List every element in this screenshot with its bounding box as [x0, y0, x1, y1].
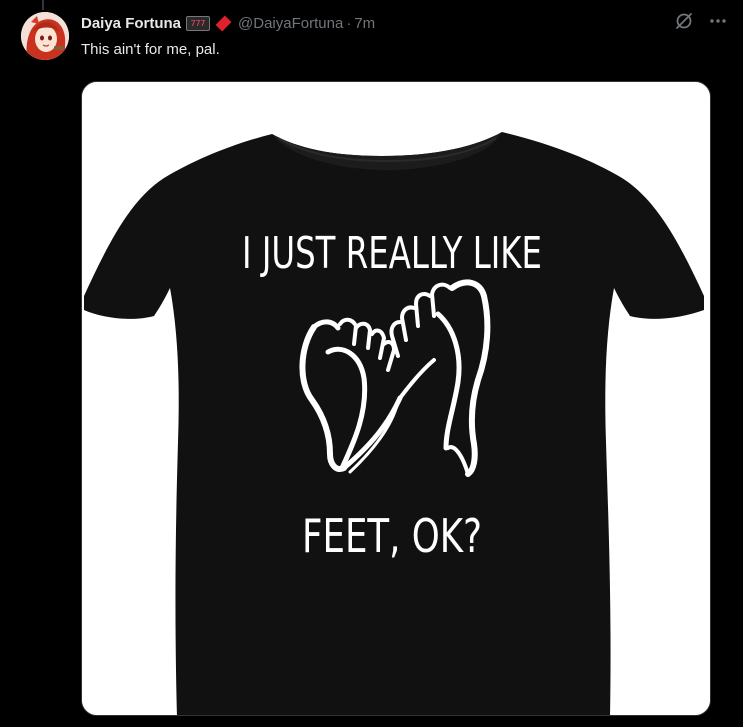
avatar-image [21, 12, 69, 60]
display-name[interactable]: Daiya Fortuna [81, 15, 181, 32]
tweet-text: This ain't for me, pal. [81, 41, 220, 58]
timestamp[interactable]: 7m [354, 15, 375, 32]
grok-icon[interactable] [673, 10, 695, 32]
tweet-header: Daiya Fortuna 777 @DaiyaFortuna · 7m [81, 12, 375, 34]
red-diamond-icon [215, 15, 232, 31]
user-handle[interactable]: @DaiyaFortuna [238, 15, 343, 32]
tweet: Daiya Fortuna 777 @DaiyaFortuna · 7m Thi… [0, 0, 743, 727]
tweet-top-actions [673, 10, 729, 32]
more-icon[interactable] [707, 10, 729, 32]
slot-machine-777-icon: 777 [186, 15, 211, 31]
tshirt-image: I JUST REALLY LIKE FEET, OK? [82, 82, 710, 715]
shirt-text-line2: FEET, OK? [302, 509, 482, 563]
tweet-media-image[interactable]: I JUST REALLY LIKE FEET, OK? [81, 81, 711, 716]
thread-connector-line [42, 0, 44, 10]
separator-dot: · [346, 14, 352, 32]
avatar[interactable] [21, 12, 69, 60]
shirt-text-line1: I JUST REALLY LIKE [242, 228, 542, 279]
